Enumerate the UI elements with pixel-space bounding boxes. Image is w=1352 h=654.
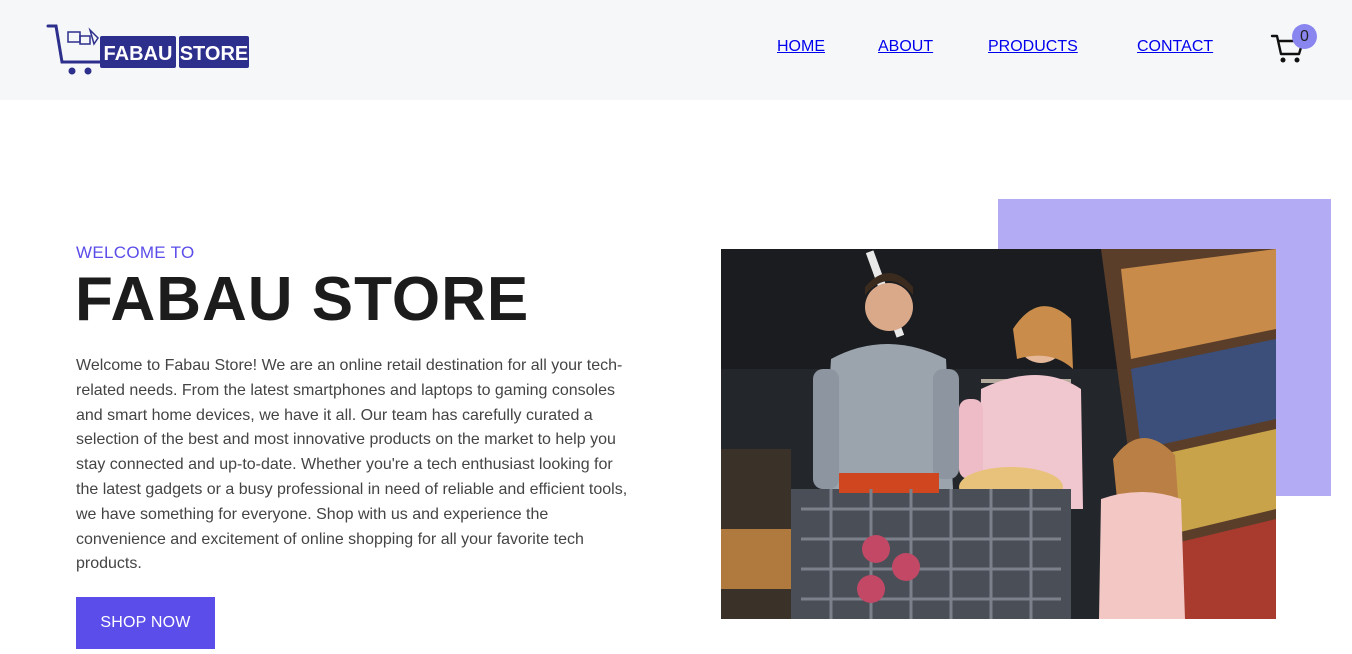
hero-description: Welcome to Fabau Store! We are an online… [76,357,628,573]
hero-kicker: WELCOME TO [76,243,195,262]
site-header: FABAU STORE HOME ABOUT PRODUCTS CONTACT … [0,0,1352,100]
logo-text-left: FABAU [104,43,173,65]
family-shopping-photo [721,249,1276,619]
nav-contact[interactable]: CONTACT [1137,38,1352,56]
store-logo[interactable]: FABAU STORE [46,22,250,78]
cart-count-badge: 0 [1292,24,1317,49]
hero-title: FABAU STORE [75,265,530,334]
shop-now-button[interactable]: SHOP NOW [76,597,215,649]
logo-text-right: STORE [180,43,249,65]
